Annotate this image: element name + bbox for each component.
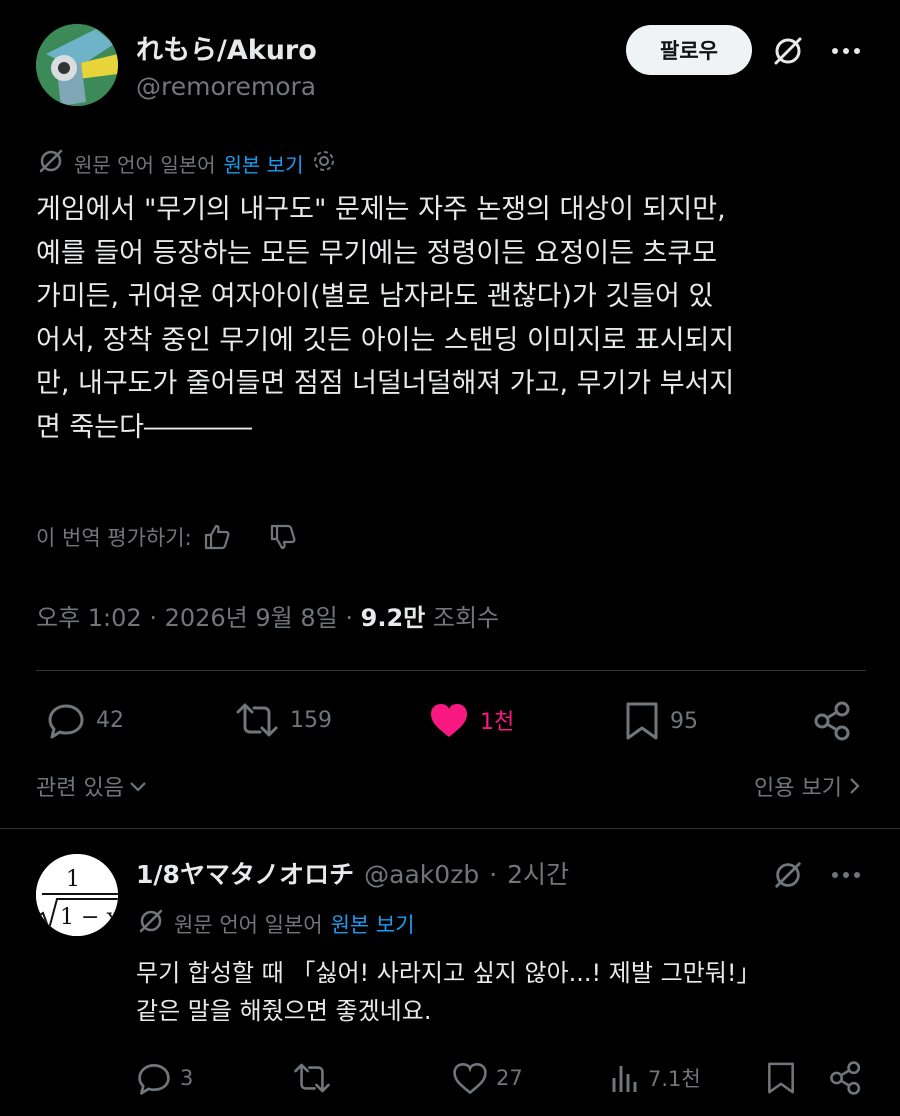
like-count: 1천 bbox=[480, 710, 515, 735]
repost-button[interactable]: 159 bbox=[234, 700, 332, 740]
grok-translate-icon bbox=[136, 906, 166, 941]
reply-button[interactable]: 42 bbox=[46, 700, 124, 740]
share-icon bbox=[830, 1061, 861, 1095]
reply-time[interactable]: 2시간 bbox=[507, 855, 569, 891]
share-button[interactable] bbox=[812, 700, 854, 742]
repost-count: 159 bbox=[290, 707, 332, 733]
rate-translation: 이 번역 평가하기: bbox=[36, 522, 298, 552]
reply-author-avatar[interactable]: 1 1 − x bbox=[36, 854, 118, 936]
reply-share-button[interactable] bbox=[828, 1060, 864, 1096]
repost-icon bbox=[294, 1063, 330, 1093]
view-quotes-link[interactable]: 인용 보기 bbox=[754, 770, 862, 802]
translation-notice: 원문 언어 일본어 원본 보기 bbox=[36, 146, 337, 181]
reply-show-original-link[interactable]: 원본 보기 bbox=[331, 909, 415, 939]
view-quotes-label: 인용 보기 bbox=[754, 776, 842, 801]
related-label: 관련 있음 bbox=[36, 776, 124, 801]
heart-filled-icon bbox=[431, 704, 467, 737]
views-label: 조회수 bbox=[432, 604, 500, 632]
reply-views-count: 7.1천 bbox=[648, 1067, 701, 1091]
divider bbox=[0, 828, 900, 829]
bookmark-count: 95 bbox=[670, 708, 698, 734]
chevron-down-icon bbox=[130, 782, 146, 792]
show-original-link[interactable]: 원본 보기 bbox=[224, 149, 304, 178]
reply-header: 1/8ヤマタノオロチ @aak0zb · 2시간 bbox=[136, 855, 569, 891]
reply-handle[interactable]: @aak0zb bbox=[364, 860, 479, 889]
repost-icon bbox=[236, 703, 278, 737]
post-meta: 오후 1:02 · 2026년 9월 8일 · 9.2만 조회수 bbox=[36, 604, 500, 632]
avatar-formula-numerator: 1 bbox=[66, 867, 80, 892]
settings-gear-icon[interactable] bbox=[311, 148, 337, 179]
reply-display-name[interactable]: 1/8ヤマタノオロチ bbox=[136, 855, 354, 891]
reply-like-count: 27 bbox=[496, 1066, 523, 1090]
author-avatar[interactable] bbox=[36, 24, 118, 106]
share-icon bbox=[814, 701, 850, 741]
reply-count: 42 bbox=[96, 707, 124, 733]
reply-grok-icon[interactable] bbox=[770, 857, 806, 893]
thumbs-up-icon[interactable] bbox=[202, 522, 232, 552]
reply-views-button[interactable]: 7.1천 bbox=[610, 1060, 701, 1096]
reply-translation-notice: 원문 언어 일본어 원본 보기 bbox=[136, 906, 415, 941]
divider bbox=[36, 670, 866, 671]
reply-more-options-icon[interactable] bbox=[828, 857, 864, 893]
analytics-icon bbox=[612, 1066, 637, 1092]
reply-reply-count: 3 bbox=[180, 1066, 194, 1090]
post-text: 게임에서 "무기의 내구도" 문제는 자주 논쟁의 대상이 되지만, 예를 들어… bbox=[36, 194, 735, 443]
thumbs-down-icon[interactable] bbox=[268, 522, 298, 552]
grok-translate-icon bbox=[36, 146, 66, 181]
translation-language-note: 원문 언어 일본어 bbox=[74, 153, 216, 177]
follow-button[interactable]: 팔로우 bbox=[626, 25, 752, 75]
bookmark-icon bbox=[626, 702, 658, 740]
heart-outline-icon bbox=[453, 1062, 487, 1095]
related-dropdown[interactable]: 관련 있음 bbox=[36, 770, 148, 802]
rate-translation-label: 이 번역 평가하기: bbox=[36, 526, 192, 550]
like-button[interactable]: 1천 bbox=[428, 700, 514, 740]
grok-icon[interactable] bbox=[770, 33, 806, 69]
reply-reply-button[interactable]: 3 bbox=[136, 1060, 193, 1096]
reply-text: 무기 합성할 때 「싫어! 사라지고 싶지 않아...! 제발 그만둬!」 같은… bbox=[136, 959, 761, 1025]
bookmark-icon bbox=[768, 1062, 794, 1094]
more-options-icon[interactable] bbox=[828, 33, 864, 69]
reply-translation-language-note: 원문 언어 일본어 bbox=[174, 912, 323, 937]
bookmark-button[interactable]: 95 bbox=[624, 700, 698, 742]
reply-repost-button[interactable] bbox=[292, 1060, 332, 1096]
avatar-formula-denominator: 1 − x bbox=[60, 905, 118, 930]
reply-icon bbox=[138, 1064, 170, 1095]
author-display-name[interactable]: れもら/Akuro bbox=[136, 28, 317, 67]
reply-like-button[interactable]: 27 bbox=[452, 1060, 523, 1096]
reply-bookmark-button[interactable] bbox=[766, 1060, 796, 1096]
post-time[interactable]: 오후 1:02 bbox=[36, 604, 142, 632]
author-handle[interactable]: @remoremora bbox=[136, 72, 316, 101]
chevron-right-icon bbox=[850, 778, 860, 794]
post-date[interactable]: 2026년 9월 8일 bbox=[165, 604, 338, 632]
reply-icon bbox=[48, 704, 84, 739]
views-count: 9.2만 bbox=[360, 604, 426, 632]
